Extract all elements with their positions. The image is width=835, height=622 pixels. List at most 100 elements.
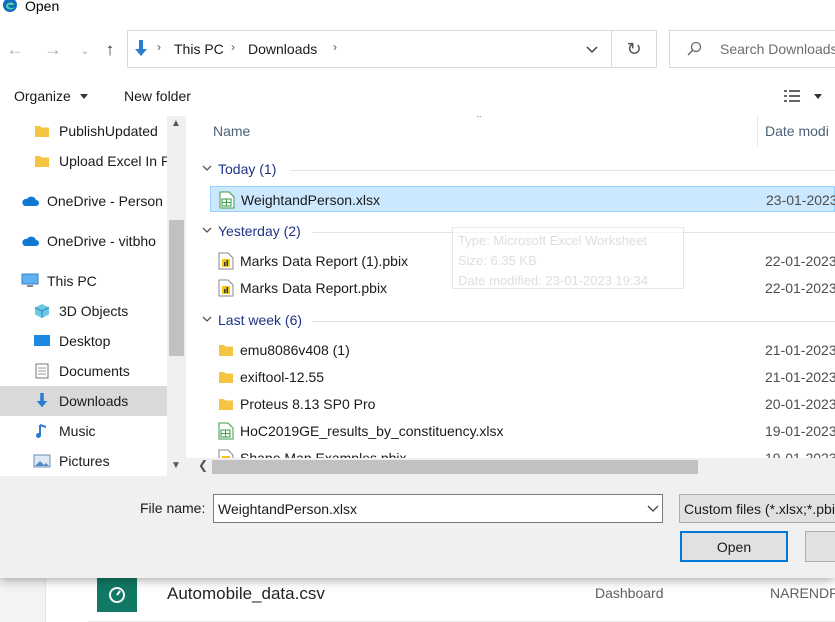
background-file-owner: NARENDRA — [770, 585, 835, 601]
nav-item-label: Pictures — [59, 453, 110, 469]
cloud-icon — [21, 193, 39, 209]
up-arrow-icon[interactable]: ↑ — [100, 40, 120, 60]
file-name: exiftool-12.55 — [240, 369, 325, 385]
tooltip-size: Size: 6.35 KB — [458, 253, 537, 268]
view-caret-icon[interactable] — [814, 94, 822, 99]
file-date: 19-01-2023 — [765, 423, 835, 439]
file-row[interactable]: WeightandPerson.xlsx 23-01-2023 — [210, 186, 835, 212]
column-divider[interactable] — [757, 116, 758, 146]
file-row[interactable]: emu8086v408 (1) 21-01-2023 — [210, 337, 835, 363]
command-bar: Organize New folder — [0, 86, 835, 116]
cube-icon — [33, 303, 51, 319]
organize-caret-icon[interactable] — [80, 94, 88, 99]
background-file-name[interactable]: Automobile_data.csv — [167, 584, 325, 604]
tooltip-modified: Date modified: 23-01-2023 19:34 — [458, 273, 649, 288]
breadcrumb-downloads[interactable]: Downloads — [248, 41, 317, 57]
file-row[interactable]: exiftool-12.55 21-01-2023 — [210, 364, 835, 390]
column-header-name[interactable]: Name — [213, 123, 250, 139]
scroll-down-icon[interactable]: ▼ — [171, 460, 181, 471]
group-header-today[interactable]: Today (1) — [186, 158, 835, 182]
file-name: Marks Data Report (1).pbix — [240, 253, 409, 269]
view-details-icon[interactable] — [783, 88, 801, 104]
scroll-up-icon[interactable]: ▲ — [171, 118, 181, 129]
file-type-filter[interactable]: Custom files (*.xlsx;*.pbix) — [679, 494, 835, 523]
background-app-row: Automobile_data.csv Dashboard NARENDRA — [0, 578, 835, 622]
nav-item-3d-objects[interactable]: 3D Objects — [0, 296, 167, 326]
document-icon — [33, 363, 51, 379]
file-info-tooltip: Type: Microsoft Excel Worksheet Size: 6.… — [452, 227, 684, 289]
title-bar: Open — [0, 0, 835, 16]
chevron-right-icon[interactable]: › — [333, 40, 337, 54]
cancel-button[interactable] — [805, 531, 835, 562]
edge-icon — [3, 0, 17, 12]
file-name-field[interactable]: WeightandPerson.xlsx — [213, 494, 663, 523]
recent-locations-icon[interactable]: ⌄ — [75, 40, 95, 60]
nav-item-publishupdated[interactable]: PublishUpdated — [0, 116, 167, 146]
group-divider — [312, 321, 835, 322]
chevron-right-icon[interactable]: › — [231, 40, 235, 54]
chevron-right-icon[interactable]: › — [157, 40, 161, 54]
column-header-date[interactable]: Date modi — [765, 123, 829, 139]
pictures-icon — [33, 453, 51, 469]
nav-item-label: Documents — [59, 363, 130, 379]
nav-item-documents[interactable]: Documents — [0, 356, 167, 386]
horizontal-scrollbar[interactable]: ❮ — [186, 458, 835, 476]
nav-item-this-pc[interactable]: This PC — [0, 266, 167, 296]
open-button[interactable]: Open — [680, 531, 788, 562]
nav-item-label: Desktop — [59, 333, 111, 349]
group-label: Last week (6) — [218, 312, 303, 328]
nav-item-label: OneDrive - Person — [47, 193, 163, 209]
desktop-icon — [33, 333, 51, 349]
nav-item-label: Music — [59, 423, 96, 439]
organize-button[interactable]: Organize — [14, 88, 71, 104]
address-bar[interactable]: › This PC › Downloads › — [127, 30, 612, 68]
folder-icon — [219, 399, 233, 410]
nav-item-desktop[interactable]: Desktop — [0, 326, 167, 356]
cloud-icon — [21, 233, 39, 249]
nav-item-label: PublishUpdated — [59, 123, 158, 139]
download-icon — [33, 393, 51, 409]
search-placeholder: Search Downloads — [720, 41, 835, 57]
file-date: 21-01-2023 — [765, 342, 835, 358]
refresh-icon[interactable]: ↻ — [612, 30, 657, 68]
file-name: Proteus 8.13 SP0 Pro — [240, 396, 376, 412]
navigation-pane: PublishUpdated Upload Excel In P OneDriv… — [0, 116, 186, 476]
nav-scroll-thumb[interactable] — [169, 220, 184, 356]
forward-arrow-icon[interactable]: → — [43, 40, 63, 60]
nav-scrollbar[interactable]: ▲ ▼ — [167, 116, 186, 476]
nav-item-upload-excel[interactable]: Upload Excel In P — [0, 146, 167, 176]
group-header-last-week[interactable]: Last week (6) — [186, 309, 835, 333]
nav-item-label: OneDrive - vitbho — [47, 233, 156, 249]
chevron-down-icon[interactable] — [647, 504, 659, 514]
nav-item-onedrive-personal[interactable]: OneDrive - Person — [0, 186, 167, 216]
horizontal-scroll-thumb[interactable] — [212, 460, 698, 474]
folder-icon — [33, 153, 51, 169]
file-date: 23-01-2023 — [766, 192, 835, 208]
folder-icon — [33, 123, 51, 139]
download-icon — [135, 40, 147, 56]
file-name: HoC2019GE_results_by_constituency.xlsx — [240, 423, 504, 439]
file-row[interactable]: Proteus 8.13 SP0 Pro 20-01-2023 — [210, 391, 835, 417]
file-name-value: WeightandPerson.xlsx — [218, 501, 358, 517]
nav-item-downloads[interactable]: Downloads — [0, 386, 167, 416]
chevron-down-icon — [202, 227, 212, 233]
back-arrow-icon[interactable]: ← — [5, 40, 25, 60]
music-icon — [33, 423, 51, 439]
search-input[interactable]: Search Downloads — [669, 30, 835, 68]
file-date: 22-01-2023 — [765, 280, 835, 296]
nav-item-label: Upload Excel In P — [59, 153, 167, 169]
file-date: 20-01-2023 — [765, 396, 835, 412]
nav-item-pictures[interactable]: Pictures — [0, 446, 167, 476]
file-row[interactable]: HoC2019GE_results_by_constituency.xlsx 1… — [210, 418, 835, 444]
group-label: Today (1) — [218, 161, 277, 177]
nav-item-onedrive-vitbho[interactable]: OneDrive - vitbho — [0, 226, 167, 256]
folder-icon — [219, 372, 233, 383]
chevron-down-icon[interactable] — [585, 42, 599, 56]
scroll-left-icon[interactable]: ❮ — [198, 458, 208, 472]
file-name: emu8086v408 (1) — [240, 342, 350, 358]
background-sidebar — [0, 578, 46, 622]
file-type-filter-value: Custom files (*.xlsx;*.pbix) — [684, 501, 835, 517]
new-folder-button[interactable]: New folder — [124, 88, 191, 104]
breadcrumb-this-pc[interactable]: This PC — [174, 41, 224, 57]
nav-item-music[interactable]: Music — [0, 416, 167, 446]
